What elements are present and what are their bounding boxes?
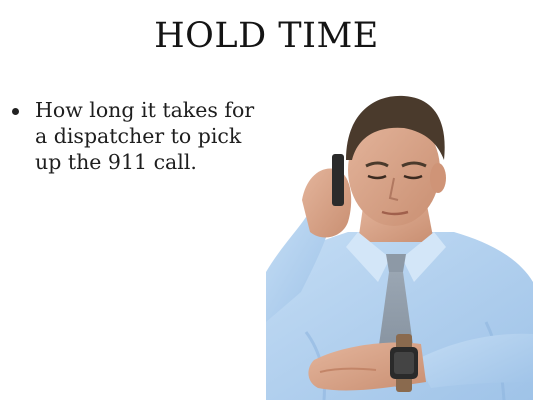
bullet-item: How long it takes for a dispatcher to pi… [10, 97, 260, 175]
tie-knot [386, 254, 406, 272]
ear [430, 163, 446, 193]
bullet-list: How long it takes for a dispatcher to pi… [10, 97, 260, 175]
bullet-icon [12, 108, 19, 115]
photo-man-on-phone-checking-watch [266, 95, 533, 400]
slide: HOLD TIME How long it takes for a dispat… [0, 0, 533, 400]
slide-title: HOLD TIME [154, 16, 379, 56]
phone-icon [332, 154, 344, 206]
bullet-text: How long it takes for a dispatcher to pi… [35, 98, 255, 174]
